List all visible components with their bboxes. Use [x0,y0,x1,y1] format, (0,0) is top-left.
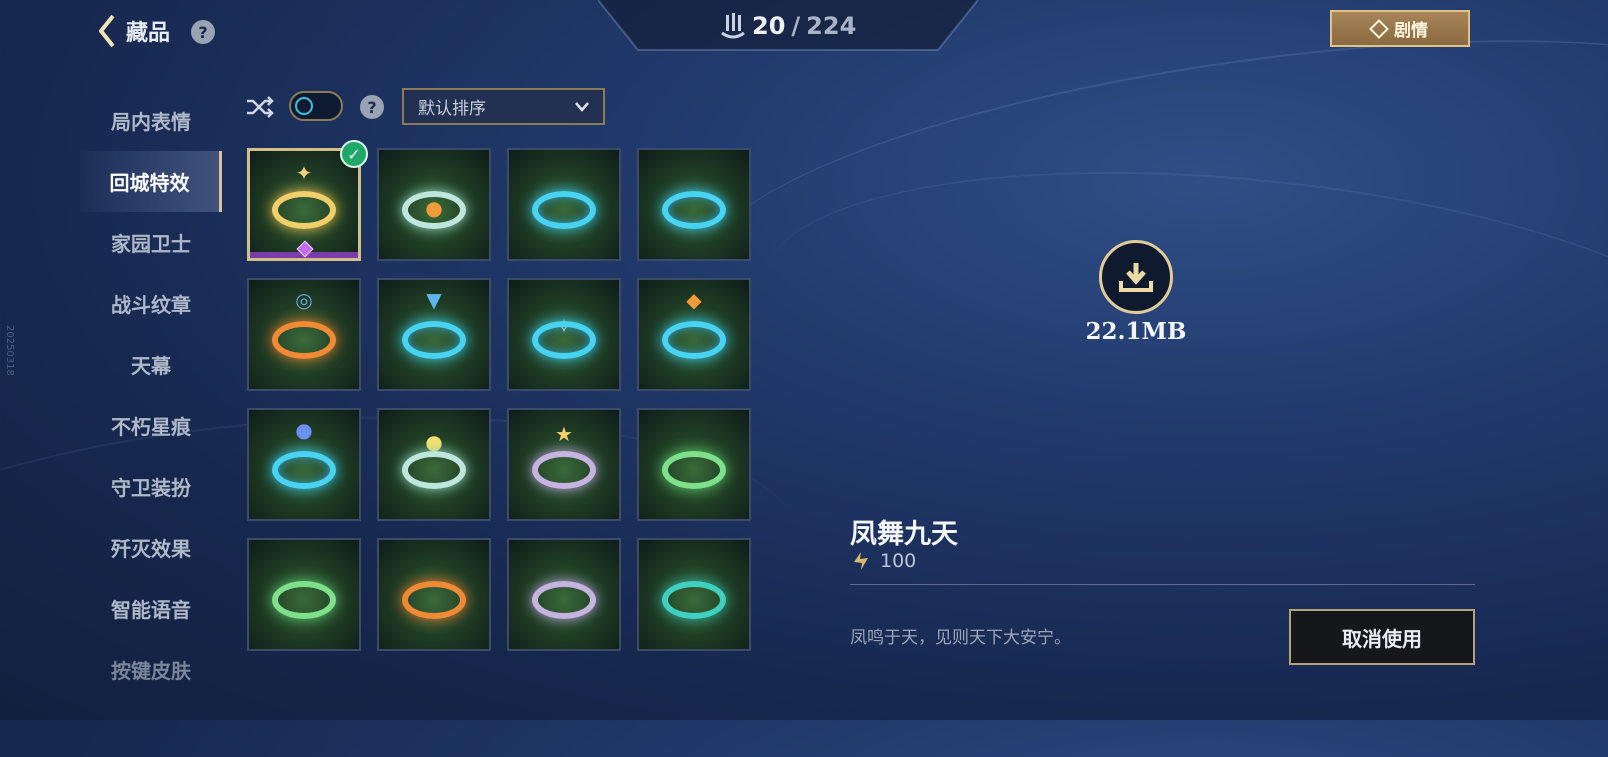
divider [850,584,1475,585]
helmet-icon: ▼ [426,288,442,312]
recall-ring [272,450,336,489]
effect-grid: ✦ ● ◎ ▼ ✧ ◆ ● ● ★ [247,148,751,651]
recall-ring [532,450,596,489]
item-name: 凤舞九天 [850,519,958,550]
sidebar-item-sky-curtain[interactable]: 天幕 [80,334,222,395]
sidebar-item-guard-outfit[interactable]: 守卫装扮 [80,456,222,517]
effect-tile[interactable]: ✦ [247,148,361,261]
recall-ring [402,450,466,489]
effect-tile[interactable] [637,538,751,651]
recall-ring [662,450,726,489]
points-icon [854,552,868,570]
collection-counter: 20/224 [720,12,856,40]
toggle-knob [295,97,313,115]
paw-icon: ● [425,196,443,220]
chevron-down-icon [575,101,589,112]
effect-tile[interactable]: ● [247,408,361,521]
sidebar-item-immortal-star[interactable]: 不朽星痕 [80,395,222,456]
effect-tile[interactable]: ✧ [507,278,621,391]
back-button[interactable]: 藏品 [98,14,170,48]
cancel-use-button[interactable]: 取消使用 [1289,609,1475,665]
sidebar-item-recall-effects[interactable]: 回城特效 [80,151,222,212]
recall-ring [532,320,596,359]
recall-ring [272,190,336,229]
recall-ring [272,320,336,359]
page-title: 藏品 [126,21,171,46]
phoenix-icon: ✦ [295,161,313,185]
price-value: 100 [880,550,917,572]
effect-tile[interactable] [377,538,491,651]
recall-ring [662,190,726,229]
sidebar-item-button-skin[interactable]: 按键皮肤 [80,639,222,700]
cake-icon: ◆ [686,288,702,312]
effect-tile[interactable] [507,148,621,261]
download-size: 22.1MB [1085,318,1187,345]
shuffle-icon[interactable] [245,94,275,120]
effect-tile[interactable] [247,538,361,651]
sort-label: 默认排序 [418,99,486,119]
orb-icon: ● [295,418,313,442]
recall-ring [402,580,466,619]
chevron-left-icon [99,14,115,48]
effect-tile[interactable]: ▼ [377,278,491,391]
help-icon[interactable]: ? [191,20,215,44]
story-label: 剧情 [1394,21,1428,41]
item-description: 凤鸣于天，见则天下大安宁。 [850,628,1071,648]
effect-tile[interactable]: ● [377,408,491,521]
total-count: 224 [806,12,857,40]
recall-ring [402,320,466,359]
download-button[interactable] [1099,240,1173,314]
diamond-icon [1369,18,1389,39]
effect-tile[interactable]: ★ [507,408,621,521]
star-icon: ★ [555,422,573,446]
story-button[interactable]: 剧情 [1330,10,1470,47]
sidebar-item-kill-effect[interactable]: 歼灭效果 [80,517,222,578]
recall-ring [662,580,726,619]
item-price: 100 [850,550,916,572]
effect-tile[interactable]: ◆ [637,278,751,391]
sidebar-item-emotes[interactable]: 局内表情 [80,90,222,151]
effect-tile[interactable]: ● [377,148,491,261]
count-separator: / [791,12,801,40]
help-icon[interactable]: ? [360,95,384,119]
effect-tile[interactable] [507,538,621,651]
watermark-text: 20250318 [4,325,15,376]
selected-check-icon: ✓ [340,140,368,168]
swirl-icon: ◎ [295,288,313,312]
download-icon [1119,263,1153,292]
effect-tile[interactable] [637,148,751,261]
sidebar-item-battle-emblem[interactable]: 战斗纹章 [80,273,222,334]
recall-ring [532,580,596,619]
recall-ring [272,580,336,619]
effect-tile[interactable] [637,408,751,521]
collection-icon [721,13,745,39]
category-sidebar: 局内表情 回城特效 家园卫士 战斗纹章 天幕 不朽星痕 守卫装扮 歼灭效果 智能… [80,90,222,700]
sidebar-item-smart-voice[interactable]: 智能语音 [80,578,222,639]
sort-dropdown[interactable]: 默认排序 [402,88,605,125]
recall-ring [662,320,726,359]
effect-tile[interactable]: ◎ [247,278,361,391]
shuffle-toggle[interactable] [289,91,343,121]
recall-ring [532,190,596,229]
sidebar-item-home-guard[interactable]: 家园卫士 [80,212,222,273]
collected-count: 20 [752,12,786,40]
